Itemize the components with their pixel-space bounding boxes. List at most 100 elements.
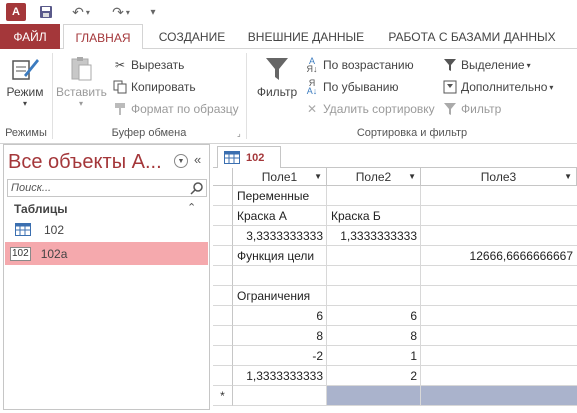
new-row-cell[interactable] — [327, 386, 421, 406]
column-header-field2[interactable]: Поле2 ▼ — [327, 168, 421, 186]
nav-title[interactable]: Все объекты А... — [8, 151, 162, 174]
paste-label: Вставить — [56, 85, 107, 99]
row-selector[interactable] — [213, 246, 233, 266]
column-filter-dropdown-icon[interactable]: ▼ — [564, 168, 572, 186]
nav-item-102a[interactable]: 102 102a — [5, 242, 208, 265]
table-cell[interactable]: Функция цели — [233, 246, 327, 266]
table-cell[interactable]: 1,3333333333 — [327, 226, 421, 246]
tab-external-data[interactable]: ВНЕШНИЕ ДАННЫЕ — [243, 24, 369, 49]
table-cell[interactable] — [233, 266, 327, 286]
table-cell[interactable]: 6 — [233, 306, 327, 326]
advanced-button[interactable]: Дополнительно ▾ — [442, 77, 553, 97]
undo-icon[interactable]: ↶ ▾ — [68, 3, 94, 21]
customize-quick-access-icon[interactable]: ▾ — [146, 3, 160, 21]
grid-line — [233, 265, 577, 266]
grid-line — [233, 225, 577, 226]
grid-line — [233, 245, 577, 246]
new-row-cell[interactable] — [233, 386, 327, 406]
column-filter-dropdown-icon[interactable]: ▼ — [408, 168, 416, 186]
nav-section-tables[interactable]: Таблицы — [14, 202, 67, 216]
row-selector[interactable] — [213, 326, 233, 346]
row-selector[interactable] — [213, 186, 233, 206]
table-cell[interactable] — [421, 346, 577, 366]
row-selector[interactable] — [213, 366, 233, 386]
nav-search-input[interactable]: Поиск... — [7, 179, 207, 197]
row-selector[interactable] — [213, 306, 233, 326]
table-cell[interactable]: 2 — [327, 366, 421, 386]
selection-button[interactable]: Выделение ▾ — [442, 55, 531, 75]
paste-dropdown-icon: ▾ — [78, 99, 83, 108]
table-cell[interactable] — [421, 286, 577, 306]
selection-dropdown-icon: ▾ — [526, 60, 531, 70]
table-cell[interactable] — [421, 206, 577, 226]
paste-icon — [71, 57, 92, 81]
table-cell[interactable]: Краска А — [233, 206, 327, 226]
table-cell[interactable]: 8 — [233, 326, 327, 346]
sort-descending-button[interactable]: Я А↓ По убыванию — [304, 77, 399, 97]
redo-icon[interactable]: ↷ ▾ — [108, 3, 134, 21]
format-painter-button[interactable]: Формат по образцу — [112, 99, 239, 119]
row-selector[interactable] — [213, 226, 233, 246]
ribbon: Режим ▾ Режимы Вставить ▾ ✂ Вырезать Коп… — [0, 49, 577, 144]
row-selector[interactable] — [213, 286, 233, 306]
table-cell[interactable]: Переменные — [233, 186, 327, 206]
select-all-corner[interactable] — [213, 168, 233, 186]
row-selector[interactable] — [213, 206, 233, 226]
table-cell[interactable] — [327, 286, 421, 306]
new-row-selector[interactable]: * — [213, 386, 233, 406]
dialog-launcher-icon[interactable]: ⌟ — [237, 129, 241, 138]
search-icon[interactable] — [190, 181, 204, 195]
row-selector[interactable] — [213, 346, 233, 366]
copy-button[interactable]: Копировать — [112, 77, 196, 97]
grid-line — [233, 405, 577, 406]
tab-file[interactable]: ФАЙЛ — [0, 24, 60, 49]
row-selector[interactable] — [213, 266, 233, 286]
nav-menu-dropdown-icon[interactable]: ▼ — [174, 154, 188, 168]
grid-line — [233, 365, 577, 366]
new-row-cell[interactable] — [421, 386, 577, 406]
table-cell[interactable] — [327, 246, 421, 266]
collapse-pane-icon[interactable]: « — [194, 152, 201, 167]
table-cell[interactable]: 8 — [327, 326, 421, 346]
paste-button[interactable]: Вставить ▾ — [56, 55, 107, 108]
toggle-filter-button[interactable]: Фильтр — [442, 99, 501, 119]
column-filter-dropdown-icon[interactable]: ▼ — [314, 168, 322, 186]
divider — [52, 53, 53, 139]
table-cell[interactable]: 1 — [327, 346, 421, 366]
grid-line — [326, 186, 327, 406]
datasheet-grid[interactable]: Поле1 ▼ Поле2 ▼ Поле3 ▼ * Переменные Краск… — [213, 168, 577, 410]
table-cell[interactable]: Ограничения — [233, 286, 327, 306]
table-cell[interactable]: 3,3333333333 — [233, 226, 327, 246]
table-cell[interactable] — [421, 306, 577, 326]
table-cell[interactable]: 1,3333333333 — [233, 366, 327, 386]
tab-create[interactable]: СОЗДАНИЕ — [152, 24, 232, 49]
sort-ascending-button[interactable]: A Я↓ По возрастанию — [304, 55, 414, 75]
column-header-field1[interactable]: Поле1 ▼ — [233, 168, 327, 186]
save-icon[interactable] — [38, 3, 54, 21]
grid-line — [233, 205, 577, 206]
table-cell[interactable]: Краска Б — [327, 206, 421, 226]
section-collapse-icon[interactable]: ⌃ — [187, 201, 196, 214]
table-cell[interactable] — [327, 186, 421, 206]
table-cell[interactable] — [327, 266, 421, 286]
view-button[interactable]: Режим ▾ — [4, 55, 46, 108]
table-cell[interactable]: 12666,6666666667 — [421, 246, 577, 266]
column-header-label: Поле2 — [355, 170, 392, 184]
table-cell[interactable] — [421, 366, 577, 386]
cut-button[interactable]: ✂ Вырезать — [112, 55, 184, 75]
table-cell[interactable] — [421, 226, 577, 246]
filter-button[interactable]: Фильтр — [252, 55, 302, 99]
table-cell[interactable]: 6 — [327, 306, 421, 326]
table-cell[interactable]: -2 — [233, 346, 327, 366]
remove-sort-button[interactable]: ✕ Удалить сортировку — [304, 99, 435, 119]
table-cell[interactable] — [421, 326, 577, 346]
document-tab-102[interactable]: 102 — [217, 146, 281, 169]
tab-home[interactable]: ГЛАВНАЯ — [63, 24, 143, 50]
table-cell[interactable] — [421, 186, 577, 206]
nav-item-102[interactable]: 102 — [5, 218, 208, 241]
table-cell[interactable] — [421, 266, 577, 286]
column-header-field3[interactable]: Поле3 ▼ — [421, 168, 577, 186]
group-label-modes: Режимы — [5, 127, 47, 139]
tab-database-tools[interactable]: РАБОТА С БАЗАМИ ДАННЫХ — [380, 24, 564, 49]
group-label-clipboard: Буфер обмена — [111, 127, 187, 139]
